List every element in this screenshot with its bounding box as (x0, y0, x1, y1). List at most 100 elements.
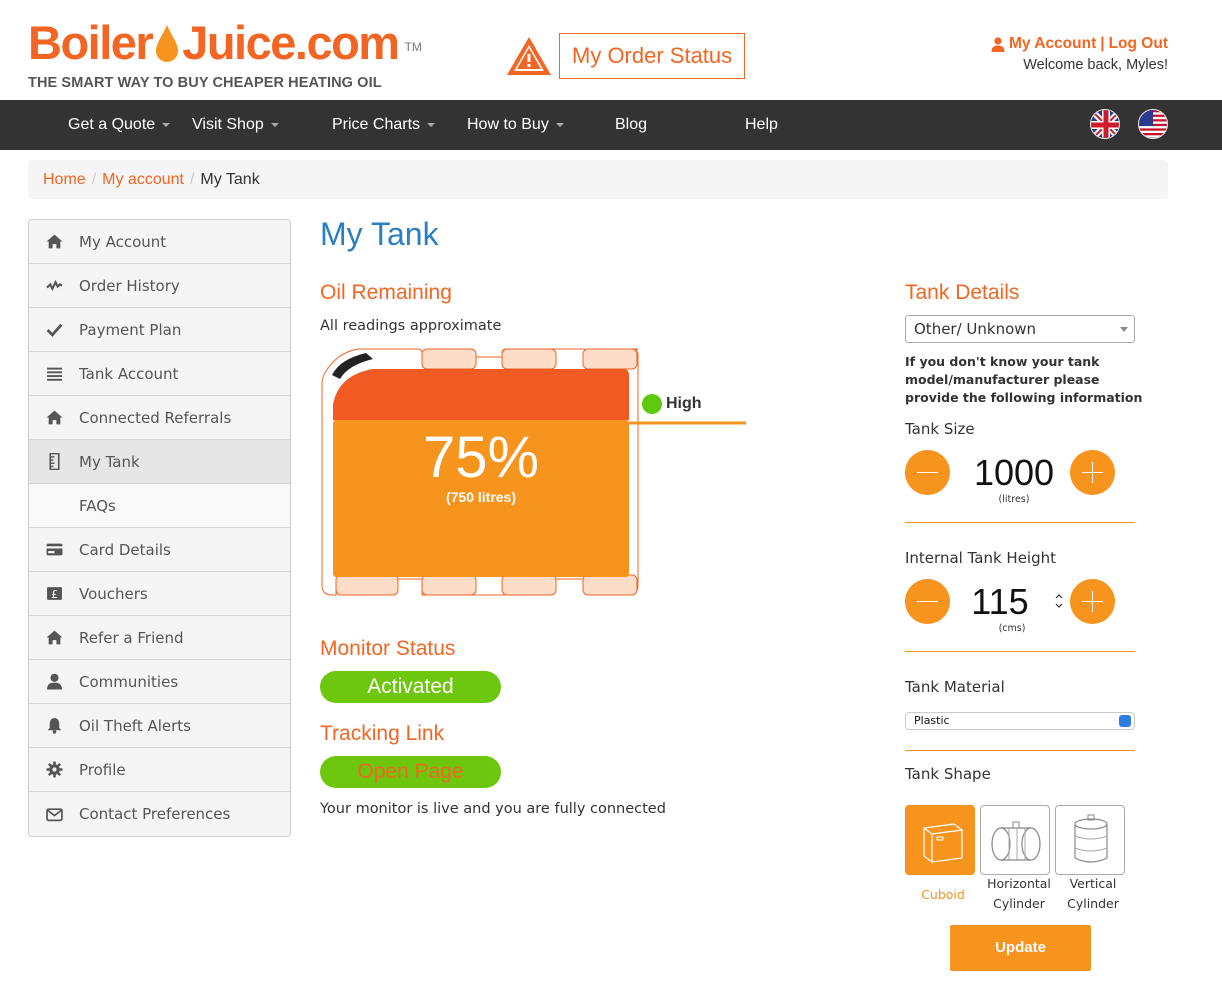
readings-approx-note: All readings approximate (320, 318, 502, 334)
sidebar-item-connected-referrals[interactable]: Connected Referrals (29, 396, 290, 440)
tank-height-unit: (cms) (998, 623, 1026, 634)
vertical-cylinder-tank-icon (1074, 814, 1108, 863)
account-links: My Account | Log Out Welcome back, Myles… (991, 35, 1168, 73)
sidebar-item-communities[interactable]: Communities (29, 660, 290, 704)
sidebar-item-my-tank[interactable]: My Tank (29, 440, 290, 484)
tank-height-decrease-button[interactable] (905, 579, 950, 624)
tank-size-value[interactable]: 1000 (964, 452, 1064, 494)
home-icon (29, 629, 79, 646)
level-indicator-dot (642, 394, 662, 414)
shape-vertical-cylinder-option[interactable] (1055, 805, 1125, 875)
stepper-arrows-icon[interactable] (1054, 591, 1064, 611)
tank-height-increase-button[interactable] (1070, 579, 1115, 624)
update-button[interactable]: Update (950, 925, 1091, 971)
tank-material-value: Plastic (914, 714, 950, 727)
shape-cuboid-option[interactable] (905, 805, 975, 875)
sidebar-item-label: Tank Account (79, 364, 179, 383)
tank-material-select[interactable]: Plastic (905, 712, 1135, 730)
divider (905, 522, 1135, 523)
tank-empty-space (333, 369, 629, 420)
caret-down-icon (427, 122, 436, 127)
tank-model-note: If you don't know your tank model/manufa… (905, 354, 1143, 405)
logo-text-boiler: Boiler (28, 16, 154, 69)
sidebar-item-my-account[interactable]: My Account (29, 220, 290, 264)
tank-shape-label: Tank Shape (905, 765, 991, 783)
sidebar-item-label: Profile (79, 760, 126, 779)
boilerjuice-logo[interactable]: Boiler Juice.com TM THE SMART WAY TO BUY… (28, 14, 422, 92)
shape-horizontal-cylinder-option[interactable] (980, 805, 1050, 875)
pound-icon: £ (29, 585, 79, 602)
us-flag-icon[interactable] (1138, 109, 1168, 139)
sidebar-item-label: My Account (79, 232, 167, 251)
ruler-icon (29, 453, 79, 470)
sidebar-item-label: Refer a Friend (79, 628, 184, 647)
caret-down-icon (555, 122, 564, 127)
page-title: My Tank (320, 216, 439, 252)
sidebar-item-tank-account[interactable]: Tank Account (29, 352, 290, 396)
sidebar-item-faqs[interactable]: FAQs (29, 484, 290, 528)
tank-size-label: Tank Size (905, 420, 975, 438)
log-out-link[interactable]: Log Out (1109, 35, 1168, 53)
cuboid-tank-icon (923, 823, 963, 863)
activity-icon (29, 277, 79, 294)
credit-card-icon (29, 541, 79, 558)
nav-price-charts[interactable]: Price Charts (332, 100, 436, 150)
tank-details-heading: Tank Details (905, 281, 1020, 304)
logo-tagline: THE SMART WAY TO BUY CHEAPER HEATING OIL (28, 75, 382, 91)
tracking-link-heading: Tracking Link (320, 722, 445, 745)
svg-text:£: £ (51, 588, 58, 601)
sidebar-item-label: Connected Referrals (79, 408, 232, 427)
dropdown-arrow-icon (1120, 327, 1128, 332)
shape-vertical-cylinder-label[interactable]: Vertical Cylinder (1049, 874, 1137, 914)
person-icon (991, 36, 1005, 52)
nav-help[interactable]: Help (745, 100, 778, 150)
my-account-link[interactable]: My Account (1009, 35, 1096, 53)
caret-down-icon (162, 122, 171, 127)
logo-text-juice: Juice.com (182, 16, 400, 69)
sidebar-item-contact-preferences[interactable]: Contact Preferences (29, 792, 290, 836)
nav-blog[interactable]: Blog (615, 100, 647, 150)
home-icon (29, 233, 79, 250)
sidebar-item-oil-theft-alerts[interactable]: Oil Theft Alerts (29, 704, 290, 748)
sidebar-item-label: Communities (79, 672, 179, 691)
logo-trademark: TM (404, 40, 422, 54)
uk-flag-icon[interactable] (1090, 109, 1120, 139)
tank-height-value[interactable]: 115 (950, 581, 1050, 623)
sidebar-item-refer-a-friend[interactable]: Refer a Friend (29, 616, 290, 660)
sidebar-item-label: FAQs (79, 496, 116, 515)
nav-visit-shop[interactable]: Visit Shop (192, 100, 279, 150)
monitor-status-badge: Activated (320, 671, 501, 703)
user-icon (29, 673, 79, 690)
breadcrumb-my-account[interactable]: My account (102, 171, 184, 188)
sidebar-item-order-history[interactable]: Order History (29, 264, 290, 308)
tank-size-increase-button[interactable] (1070, 450, 1115, 495)
welcome-message: Welcome back, Myles! (1023, 57, 1168, 73)
minus-icon (917, 471, 938, 473)
tank-model-value: Other/ Unknown (914, 320, 1037, 338)
oil-drop-icon (156, 25, 179, 62)
sidebar-item-label: Oil Theft Alerts (79, 716, 191, 735)
monitor-live-text: Your monitor is live and you are fully c… (320, 801, 666, 817)
minus-icon (917, 600, 938, 602)
nav-how-to-buy[interactable]: How to Buy (467, 100, 564, 150)
divider (905, 651, 1135, 652)
sidebar-item-card-details[interactable]: Card Details (29, 528, 290, 572)
envelope-icon (29, 806, 79, 823)
open-page-button[interactable]: Open Page (320, 756, 501, 788)
tank-size-unit: (litres) (998, 494, 1030, 505)
sidebar-item-vouchers[interactable]: £ Vouchers (29, 572, 290, 616)
bell-icon (29, 717, 79, 734)
warning-icon (507, 37, 551, 75)
level-label: High (666, 395, 702, 412)
sidebar-item-payment-plan[interactable]: Payment Plan (29, 308, 290, 352)
sidebar-item-label: Order History (79, 276, 180, 295)
tank-model-select[interactable]: Other/ Unknown (905, 315, 1135, 343)
sidebar-item-profile[interactable]: Profile (29, 748, 290, 792)
breadcrumb-home[interactable]: Home (43, 171, 86, 188)
my-order-status-button[interactable]: My Order Status (559, 33, 746, 79)
tank-size-decrease-button[interactable] (905, 450, 950, 495)
breadcrumb-current: My Tank (200, 171, 260, 188)
link-separator: | (1100, 35, 1105, 52)
tank-material-label: Tank Material (905, 678, 1005, 696)
nav-get-a-quote[interactable]: Get a Quote (68, 100, 171, 150)
